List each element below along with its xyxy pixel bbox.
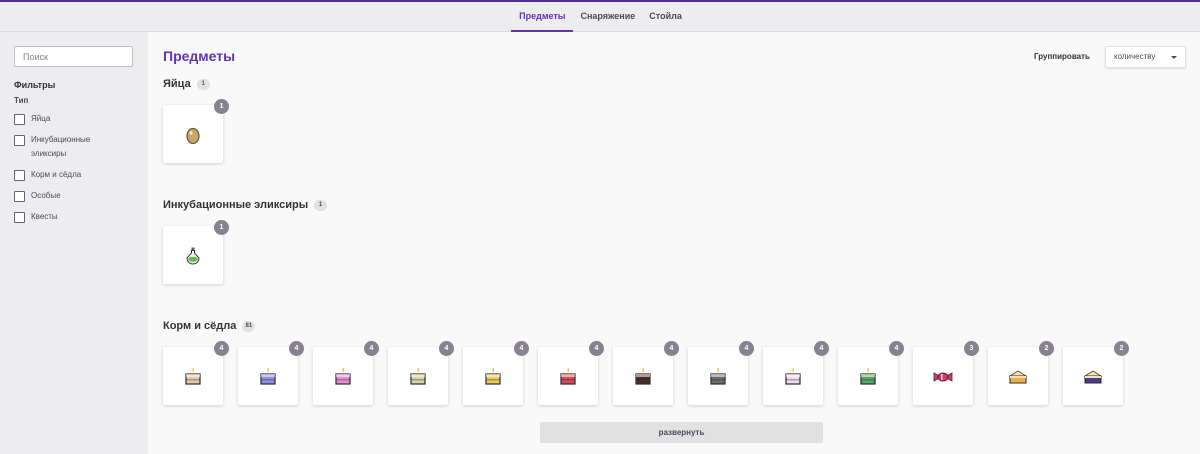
group-by-value: количеству (1114, 52, 1156, 61)
cake-icon (333, 367, 353, 387)
inventory-item[interactable]: 2 (1063, 341, 1129, 405)
quantity-badge: 4 (664, 341, 679, 356)
section-title-food: Корм и сёдла 81 (163, 320, 256, 332)
inventory-item[interactable]: 4 (688, 341, 754, 405)
section-count: 1 (196, 78, 210, 90)
inventory-item[interactable]: 1 (163, 99, 229, 163)
type-title: Тип (14, 96, 29, 105)
quantity-badge: 4 (439, 341, 454, 356)
filter-checkbox[interactable] (14, 114, 25, 125)
filter-label: Особые (31, 191, 61, 200)
filter-hatching-potions[interactable]: Инкубационные эликсиры (14, 135, 133, 161)
section-count: 1 (314, 199, 328, 211)
inventory-item[interactable]: 4 (838, 341, 904, 405)
filter-checkbox[interactable] (14, 135, 25, 146)
tab-equipment[interactable]: Снаряжение (573, 2, 642, 32)
quantity-badge: 4 (889, 341, 904, 356)
cake-icon (183, 367, 203, 387)
egg-icon (183, 125, 203, 145)
tab-stable[interactable]: Стойла (642, 2, 689, 32)
inventory-item[interactable]: 4 (388, 341, 454, 405)
quantity-badge: 4 (589, 341, 604, 356)
filter-label: Корм и сёдла (31, 170, 82, 179)
main-content: Предметы Группировать количеству Яйца 1 … (148, 32, 1200, 454)
pie-icon (1083, 367, 1103, 387)
quantity-badge: 1 (214, 220, 229, 235)
tab-items[interactable]: Предметы (511, 2, 574, 32)
inventory-item[interactable]: 4 (313, 341, 379, 405)
search-input[interactable] (14, 46, 133, 67)
item-row-hatching-potions: 1 (163, 220, 229, 284)
inventory-item[interactable]: 3 (913, 341, 979, 405)
pie-icon (1008, 367, 1028, 387)
group-by-select[interactable]: количеству (1105, 46, 1186, 68)
quantity-badge: 4 (739, 341, 754, 356)
inventory-item[interactable]: 4 (613, 341, 679, 405)
top-nav: Предметы Снаряжение Стойла (0, 0, 1200, 32)
group-by-label: Группировать (1034, 52, 1090, 61)
quantity-badge: 4 (514, 341, 529, 356)
filter-label: Инкубационные эликсиры (31, 135, 91, 158)
quantity-badge: 2 (1114, 341, 1129, 356)
caret-down-icon (1171, 56, 1177, 59)
inventory-item[interactable]: 4 (538, 341, 604, 405)
cake-icon (558, 367, 578, 387)
quantity-badge: 4 (814, 341, 829, 356)
potion-icon (183, 246, 203, 266)
inventory-item[interactable]: 4 (463, 341, 529, 405)
item-row-eggs: 1 (163, 99, 229, 163)
filter-checkbox[interactable] (14, 212, 25, 223)
filter-eggs[interactable]: Яйца (14, 114, 133, 126)
cake-icon (483, 367, 503, 387)
inventory-item[interactable]: 1 (163, 220, 229, 284)
inventory-item[interactable]: 4 (163, 341, 229, 405)
quantity-badge: 4 (364, 341, 379, 356)
section-count: 81 (242, 320, 256, 332)
quantity-badge: 1 (214, 99, 229, 114)
section-title-text: Яйца (163, 78, 191, 90)
section-title-text: Инкубационные эликсиры (163, 199, 309, 211)
filter-checkbox[interactable] (14, 191, 25, 202)
filters-title: Фильтры (14, 80, 56, 90)
quantity-badge: 4 (289, 341, 304, 356)
page-title: Предметы (163, 48, 236, 64)
section-title-hatching-potions: Инкубационные эликсиры 1 (163, 199, 328, 211)
cake-icon (858, 367, 878, 387)
expand-button[interactable]: развернуть (540, 422, 823, 443)
filter-food-saddles[interactable]: Корм и сёдла (14, 170, 133, 182)
filter-list: Яйца Инкубационные эликсиры Корм и сёдла… (14, 114, 133, 224)
filter-checkbox[interactable] (14, 170, 25, 181)
inventory-item[interactable]: 2 (988, 341, 1054, 405)
section-title-eggs: Яйца 1 (163, 78, 210, 90)
filter-special[interactable]: Особые (14, 191, 133, 203)
filter-quests[interactable]: Квесты (14, 212, 133, 224)
section-title-text: Корм и сёдла (163, 320, 237, 332)
cake-icon (708, 367, 728, 387)
filter-label: Квесты (31, 212, 58, 221)
cake-icon (633, 367, 653, 387)
sidebar: Фильтры Тип Яйца Инкубационные эликсиры … (0, 32, 148, 454)
quantity-badge: 3 (964, 341, 979, 356)
quantity-badge: 2 (1039, 341, 1054, 356)
inventory-item[interactable]: 4 (763, 341, 829, 405)
inventory-item[interactable]: 4 (238, 341, 304, 405)
cake-icon (408, 367, 428, 387)
cake-icon (783, 367, 803, 387)
candy-icon (933, 367, 953, 387)
cake-icon (258, 367, 278, 387)
quantity-badge: 4 (214, 341, 229, 356)
item-row-food: 4 4 4 4 4 4 4 4 4 4 3 2 2 (163, 341, 1129, 405)
filter-label: Яйца (31, 114, 51, 123)
